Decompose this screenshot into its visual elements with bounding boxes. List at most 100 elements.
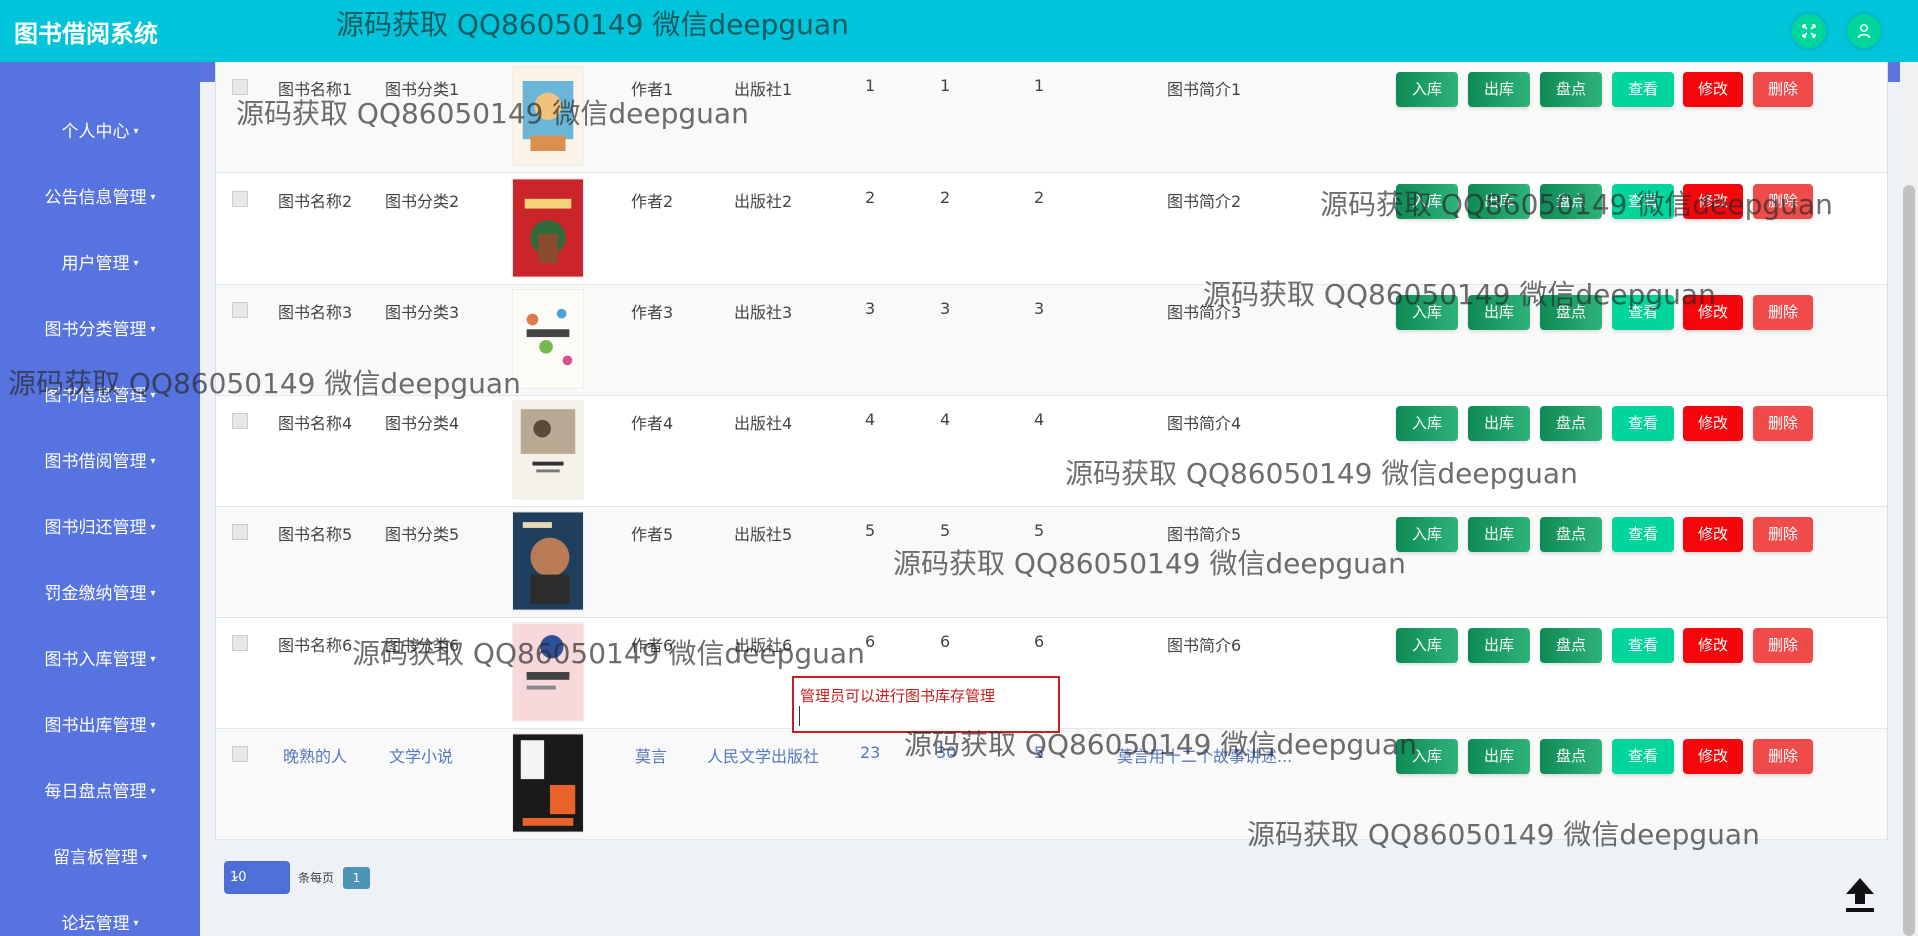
inventory-button[interactable]: 盘点 bbox=[1540, 628, 1602, 663]
book-count-2: 2 bbox=[940, 188, 951, 207]
fullscreen-icon bbox=[1802, 24, 1816, 38]
delete-button[interactable]: 删除 bbox=[1753, 628, 1813, 663]
sidebar-item-users[interactable]: 用户管理 ▾ bbox=[0, 244, 200, 284]
book-count-1: 6 bbox=[865, 632, 876, 651]
watermark: 源码获取 QQ86050149 微信deepguan bbox=[893, 547, 1406, 580]
book-publisher: 人民文学出版社 bbox=[707, 747, 820, 766]
book-intro: 图书简介2 bbox=[1167, 192, 1242, 211]
book-count-3: 2 bbox=[1034, 188, 1045, 207]
inventory-button[interactable]: 盘点 bbox=[1540, 739, 1602, 774]
sidebar-item-stock-out[interactable]: 图书出库管理 ▾ bbox=[0, 706, 200, 746]
sidebar-item-personal-center[interactable]: 个人中心 ▾ bbox=[0, 112, 200, 152]
watermark: 源码获取 QQ86050149 微信deepguan bbox=[8, 367, 521, 400]
row-checkbox[interactable] bbox=[232, 413, 248, 429]
row-checkbox[interactable] bbox=[232, 191, 248, 207]
view-button[interactable]: 查看 bbox=[1612, 517, 1674, 552]
back-to-top-icon[interactable] bbox=[1840, 874, 1880, 914]
stock-in-button[interactable]: 入库 bbox=[1396, 406, 1458, 441]
inventory-button[interactable]: 盘点 bbox=[1540, 72, 1602, 107]
row-checkbox[interactable] bbox=[232, 635, 248, 651]
edit-button[interactable]: 修改 bbox=[1683, 517, 1743, 552]
book-publisher: 出版社2 bbox=[734, 192, 793, 211]
watermark: 源码获取 QQ86050149 微信deepguan bbox=[904, 728, 1417, 761]
row-checkbox[interactable] bbox=[232, 302, 248, 318]
book-count-1: 1 bbox=[865, 76, 876, 95]
book-name: 图书名称6 bbox=[278, 636, 353, 655]
delete-button[interactable]: 删除 bbox=[1753, 72, 1813, 107]
sidebar-item-book-category[interactable]: 图书分类管理 ▾ bbox=[0, 310, 200, 350]
caret-down-icon: ▾ bbox=[141, 852, 148, 863]
caret-down-icon: ▾ bbox=[133, 258, 139, 269]
view-button[interactable]: 查看 bbox=[1612, 628, 1674, 663]
caret-down-icon: ▾ bbox=[150, 786, 156, 797]
book-category: 图书分类3 bbox=[385, 303, 460, 322]
book-count-1: 2 bbox=[865, 188, 876, 207]
view-button[interactable]: 查看 bbox=[1612, 406, 1674, 441]
chevron-down-icon: ⌄ bbox=[230, 868, 241, 883]
book-category: 图书分类4 bbox=[385, 414, 460, 433]
book-publisher: 出版社3 bbox=[734, 303, 793, 322]
sidebar-item-message-board[interactable]: 留言板管理 ▾ bbox=[0, 838, 200, 878]
book-name: 图书名称2 bbox=[278, 192, 353, 211]
book-count-3: 3 bbox=[1034, 299, 1045, 318]
book-count-3: 1 bbox=[1034, 76, 1045, 95]
page-size-select[interactable]: 10 ⌄ bbox=[224, 861, 290, 894]
book-author: 作者4 bbox=[631, 414, 674, 433]
scrollbar-thumb[interactable] bbox=[1903, 185, 1915, 936]
table-row: 图书名称4 图书分类4 作者4 出版社4 4 4 4 图书简介4 入库 出库 盘… bbox=[216, 396, 1887, 507]
user-icon bbox=[1857, 24, 1871, 39]
book-count-2: 6 bbox=[940, 632, 951, 651]
edit-button[interactable]: 修改 bbox=[1683, 72, 1743, 107]
stock-out-button[interactable]: 出库 bbox=[1468, 628, 1530, 663]
stock-out-button[interactable]: 出库 bbox=[1468, 72, 1530, 107]
stock-out-button[interactable]: 出库 bbox=[1468, 739, 1530, 774]
caret-down-icon: ▾ bbox=[150, 720, 156, 731]
fullscreen-button[interactable] bbox=[1792, 14, 1826, 48]
view-button[interactable]: 查看 bbox=[1612, 72, 1674, 107]
book-count-3: 6 bbox=[1034, 632, 1045, 651]
sidebar-item-stock-in[interactable]: 图书入库管理 ▾ bbox=[0, 640, 200, 680]
book-intro: 图书简介4 bbox=[1167, 414, 1242, 433]
book-name-link[interactable]: 晚熟的人 bbox=[283, 743, 347, 767]
edit-button[interactable]: 修改 bbox=[1683, 739, 1743, 774]
book-count-1: 23 bbox=[860, 743, 881, 762]
stock-in-button[interactable]: 入库 bbox=[1396, 628, 1458, 663]
per-page-label: 条每页 bbox=[298, 871, 335, 885]
sidebar-item-daily-inventory[interactable]: 每日盘点管理 ▾ bbox=[0, 772, 200, 812]
inventory-button[interactable]: 盘点 bbox=[1540, 517, 1602, 552]
inventory-button[interactable]: 盘点 bbox=[1540, 406, 1602, 441]
caret-down-icon: ▾ bbox=[133, 126, 139, 137]
caret-down-icon: ▾ bbox=[150, 522, 156, 533]
row-checkbox[interactable] bbox=[232, 746, 248, 762]
edit-button[interactable]: 修改 bbox=[1683, 406, 1743, 441]
delete-button[interactable]: 删除 bbox=[1753, 295, 1813, 330]
delete-button[interactable]: 删除 bbox=[1753, 406, 1813, 441]
user-button[interactable] bbox=[1847, 14, 1881, 48]
book-publisher: 出版社4 bbox=[734, 414, 793, 433]
delete-button[interactable]: 删除 bbox=[1753, 739, 1813, 774]
book-count-1: 4 bbox=[865, 410, 876, 429]
edit-button[interactable]: 修改 bbox=[1683, 628, 1743, 663]
book-cover bbox=[512, 511, 584, 611]
watermark: 源码获取 QQ86050149 微信deepguan bbox=[1320, 188, 1833, 221]
stock-out-button[interactable]: 出库 bbox=[1468, 406, 1530, 441]
page-number[interactable]: 1 bbox=[343, 867, 370, 889]
stock-out-button[interactable]: 出库 bbox=[1468, 517, 1530, 552]
book-author: 作者5 bbox=[631, 525, 674, 544]
caret-down-icon: ▾ bbox=[150, 324, 156, 335]
sidebar-item-fine[interactable]: 罚金缴纳管理 ▾ bbox=[0, 574, 200, 614]
book-count-2: 5 bbox=[940, 521, 951, 540]
stock-in-button[interactable]: 入库 bbox=[1396, 72, 1458, 107]
sidebar-item-return[interactable]: 图书归还管理 ▾ bbox=[0, 508, 200, 548]
book-category: 图书分类5 bbox=[385, 525, 460, 544]
delete-button[interactable]: 删除 bbox=[1753, 517, 1813, 552]
book-count-3: 4 bbox=[1034, 410, 1045, 429]
book-name: 图书名称3 bbox=[278, 303, 353, 322]
sidebar-item-notice[interactable]: 公告信息管理 ▾ bbox=[0, 178, 200, 218]
row-checkbox[interactable] bbox=[232, 524, 248, 540]
book-count-1: 5 bbox=[865, 521, 876, 540]
view-button[interactable]: 查看 bbox=[1612, 739, 1674, 774]
sidebar-item-forum[interactable]: 论坛管理 ▾ bbox=[0, 904, 200, 936]
book-cover bbox=[512, 733, 584, 833]
sidebar-item-borrow[interactable]: 图书借阅管理 ▾ bbox=[0, 442, 200, 482]
